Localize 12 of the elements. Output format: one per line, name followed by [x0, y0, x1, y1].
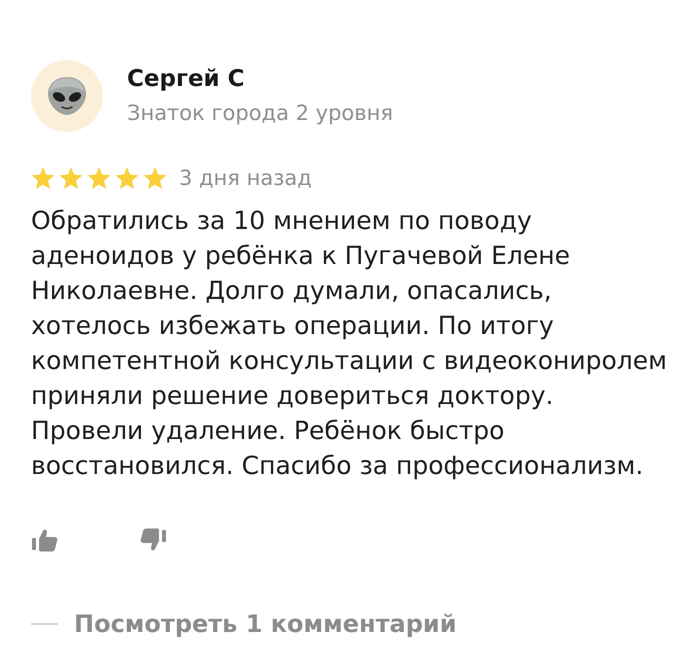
review-date: 3 дня назад [179, 165, 312, 191]
thumbs-up-icon[interactable] [32, 528, 58, 552]
review-text: Обратились за 10 мнением по поводу аденоидов у ребёнка к Пугачевой Елене Николаевне. Долго думали, опасались, хотелось избежать операции. По итогу компетентной консультации с видеокониролем приняли решение довериться доктору. Провели удаление. Ребёнок быстро восстановился. Спасибо за профессионализм. [31, 205, 668, 482]
filled-star-icon [31, 166, 55, 190]
filled-star-icon [87, 166, 111, 190]
alien-avatar-icon [31, 60, 103, 132]
filled-star-icon [115, 166, 139, 190]
author-name[interactable]: Сергей С [127, 64, 245, 94]
filled-star-icon [143, 166, 167, 190]
thumbs-down-icon[interactable] [140, 528, 166, 552]
author-status: Знаток города 2 уровня [127, 100, 394, 126]
filled-star-icon [59, 166, 83, 190]
